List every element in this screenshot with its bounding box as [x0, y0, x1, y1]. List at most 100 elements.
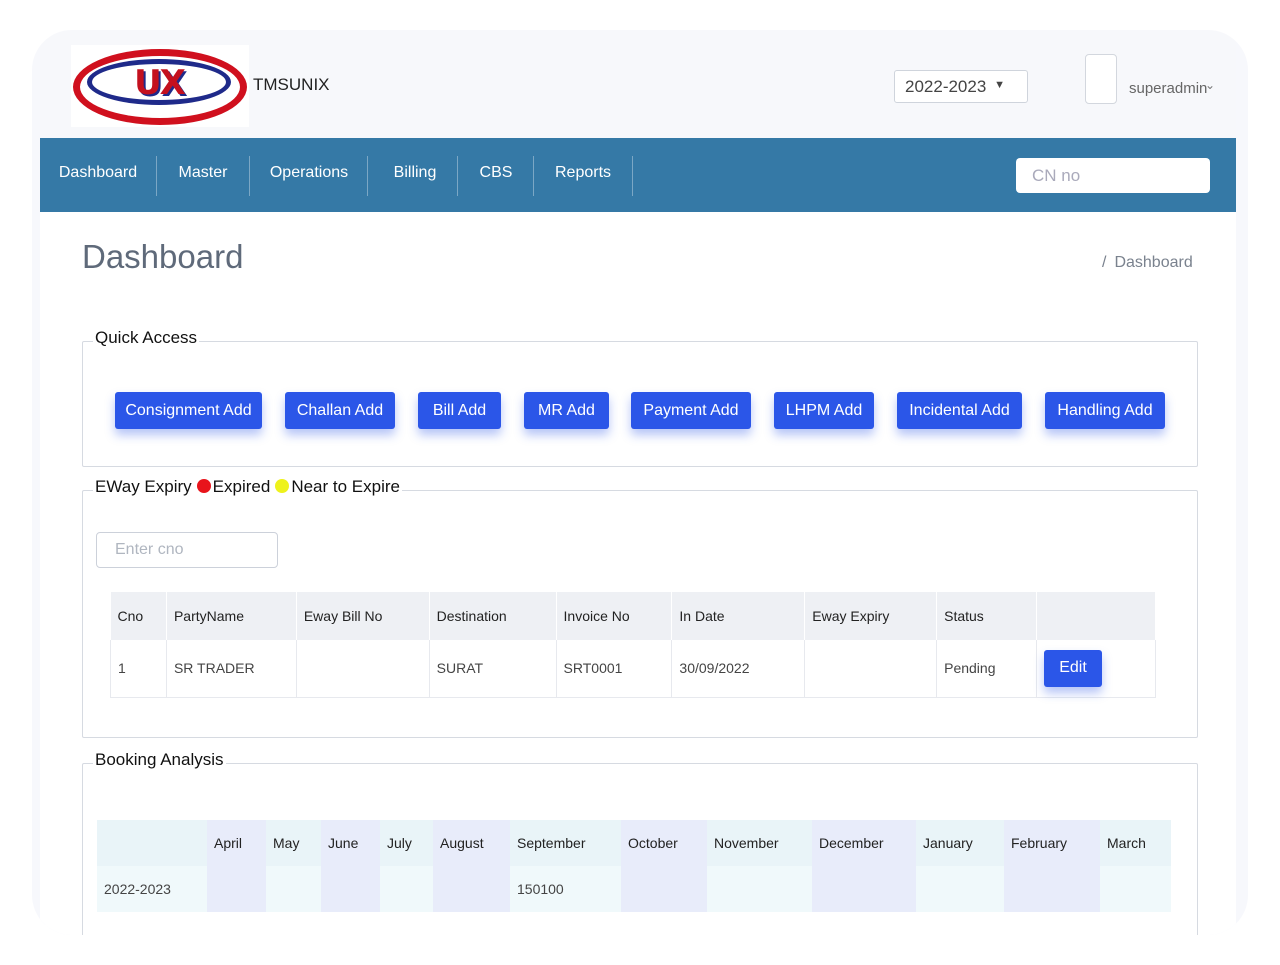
column-header[interactable]: Destination [429, 592, 557, 640]
edit-button[interactable]: Edit [1044, 649, 1103, 687]
cell-party-name: SR TRADER [166, 640, 297, 698]
column-header[interactable]: In Date [671, 592, 806, 640]
booking-analysis-panel: Booking Analysis April May June July Aug… [82, 750, 1198, 935]
incidental-add-button[interactable]: Incidental Add [897, 392, 1022, 429]
table-row: 2022-2023 150100 [97, 866, 1171, 912]
browser-viewport: UX TMSUNIX 2022-2023 ▼ superadmin ⌄ Dash… [32, 30, 1248, 935]
year-column-header [97, 820, 207, 866]
company-logo[interactable]: UX [71, 45, 249, 127]
table-header-row: Cno PartyName Eway Bill No Destination I… [110, 592, 1156, 640]
screenshot-frame: UX TMSUNIX 2022-2023 ▼ superadmin ⌄ Dash… [0, 0, 1280, 965]
column-header[interactable]: Cno [110, 592, 167, 640]
brand-name: TMSUNIX [253, 75, 330, 94]
chevron-down-icon[interactable]: ⌄ [1205, 78, 1215, 92]
cell-month-value [321, 866, 380, 912]
nav-divider [156, 156, 157, 196]
cell-month-value [707, 866, 812, 912]
eway-expiry-title: EWay Expiry [95, 477, 192, 496]
nav-divider [632, 156, 633, 196]
column-header[interactable]: September [510, 820, 621, 866]
column-header[interactable]: November [707, 820, 812, 866]
nav-divider [367, 156, 368, 196]
cell-month-value [433, 866, 510, 912]
nav-divider [533, 156, 534, 196]
bill-add-button[interactable]: Bill Add [418, 392, 501, 429]
booking-analysis-legend: Booking Analysis [93, 750, 226, 770]
cell-month-value: 150100 [510, 866, 621, 912]
app-window: UX TMSUNIX 2022-2023 ▼ superadmin ⌄ Dash… [40, 30, 1236, 935]
near-expire-dot-icon [275, 479, 290, 493]
cell-month-value [1100, 866, 1171, 912]
cell-eway-expiry [804, 640, 938, 698]
breadcrumb-separator: / [1102, 254, 1107, 271]
column-header[interactable]: January [916, 820, 1004, 866]
expired-dot-icon [196, 479, 211, 493]
cell-action: Edit [1036, 640, 1156, 698]
column-header[interactable]: April [207, 820, 266, 866]
user-name[interactable]: superadmin [1129, 80, 1207, 97]
column-header[interactable]: Eway Bill No [296, 592, 430, 640]
nav-item-operations[interactable]: Operations [262, 138, 356, 212]
eway-expiry-panel: EWay Expiry Expired Near to Expire Cno Par… [82, 477, 1198, 738]
quick-access-panel: Quick Access Consignment Add Challan Add… [82, 328, 1198, 467]
column-header[interactable]: Status [936, 592, 1038, 640]
cell-month-value [207, 866, 266, 912]
column-header[interactable]: PartyName [166, 592, 297, 640]
nav-item-reports[interactable]: Reports [544, 138, 622, 212]
nav-divider [457, 156, 458, 196]
near-expire-label: Near to Expire [291, 477, 400, 496]
challan-add-button[interactable]: Challan Add [285, 392, 395, 429]
nav-divider [249, 156, 250, 196]
cell-eway-bill-no [296, 640, 430, 698]
main-navbar: Dashboard Master Operations Billing CBS … [40, 138, 1236, 212]
cell-cno: 1 [110, 640, 167, 698]
column-header[interactable]: February [1004, 820, 1100, 866]
booking-analysis-table: April May June July August September Oct… [97, 820, 1171, 912]
column-header[interactable]: July [380, 820, 433, 866]
lhpm-add-button[interactable]: LHPM Add [774, 392, 874, 429]
column-header[interactable]: March [1100, 820, 1171, 866]
nav-item-master[interactable]: Master [166, 138, 240, 212]
eway-expiry-legend: EWay Expiry Expired Near to Expire [93, 477, 402, 497]
column-header[interactable]: October [621, 820, 707, 866]
column-header[interactable]: August [433, 820, 510, 866]
column-header[interactable]: June [321, 820, 380, 866]
cell-month-value [621, 866, 707, 912]
cell-month-value [266, 866, 321, 912]
cell-status: Pending [936, 640, 1038, 698]
cno-search-input[interactable] [96, 532, 278, 568]
cell-in-date: 30/09/2022 [671, 640, 806, 698]
consignment-add-button[interactable]: Consignment Add [115, 392, 262, 429]
cell-month-value [916, 866, 1004, 912]
caret-down-icon: ▼ [994, 79, 1005, 91]
cell-destination: SURAT [429, 640, 557, 698]
cell-month-value [380, 866, 433, 912]
page-title: Dashboard [82, 238, 244, 275]
nav-item-billing[interactable]: Billing [380, 138, 450, 212]
avatar[interactable] [1085, 54, 1117, 104]
quick-access-legend: Quick Access [93, 328, 200, 348]
cell-month-value [812, 866, 916, 912]
table-row: 1 SR TRADER SURAT SRT0001 30/09/2022 Pen… [110, 640, 1156, 698]
column-header[interactable]: May [266, 820, 321, 866]
nav-item-cbs[interactable]: CBS [468, 138, 524, 212]
payment-add-button[interactable]: Payment Add [631, 392, 751, 429]
top-header: UX TMSUNIX 2022-2023 ▼ superadmin ⌄ [40, 30, 1236, 138]
column-header[interactable]: Invoice No [556, 592, 673, 640]
cell-year: 2022-2023 [97, 866, 207, 912]
mr-add-button[interactable]: MR Add [524, 392, 609, 429]
breadcrumb: / Dashboard [1102, 254, 1193, 272]
breadcrumb-current[interactable]: Dashboard [1114, 254, 1192, 271]
cn-search-input[interactable] [1016, 158, 1210, 193]
column-header [1036, 592, 1156, 640]
column-header[interactable]: Eway Expiry [804, 592, 938, 640]
cell-month-value [1004, 866, 1100, 912]
column-header[interactable]: December [812, 820, 916, 866]
handling-add-button[interactable]: Handling Add [1045, 392, 1165, 429]
cell-invoice-no: SRT0001 [556, 640, 673, 698]
logo-lettering: UX [134, 63, 186, 103]
expired-label: Expired [212, 477, 271, 496]
financial-year-select[interactable]: 2022-2023 ▼ [894, 70, 1028, 103]
nav-item-dashboard[interactable]: Dashboard [56, 138, 140, 212]
table-header-row: April May June July August September Oct… [97, 820, 1171, 866]
